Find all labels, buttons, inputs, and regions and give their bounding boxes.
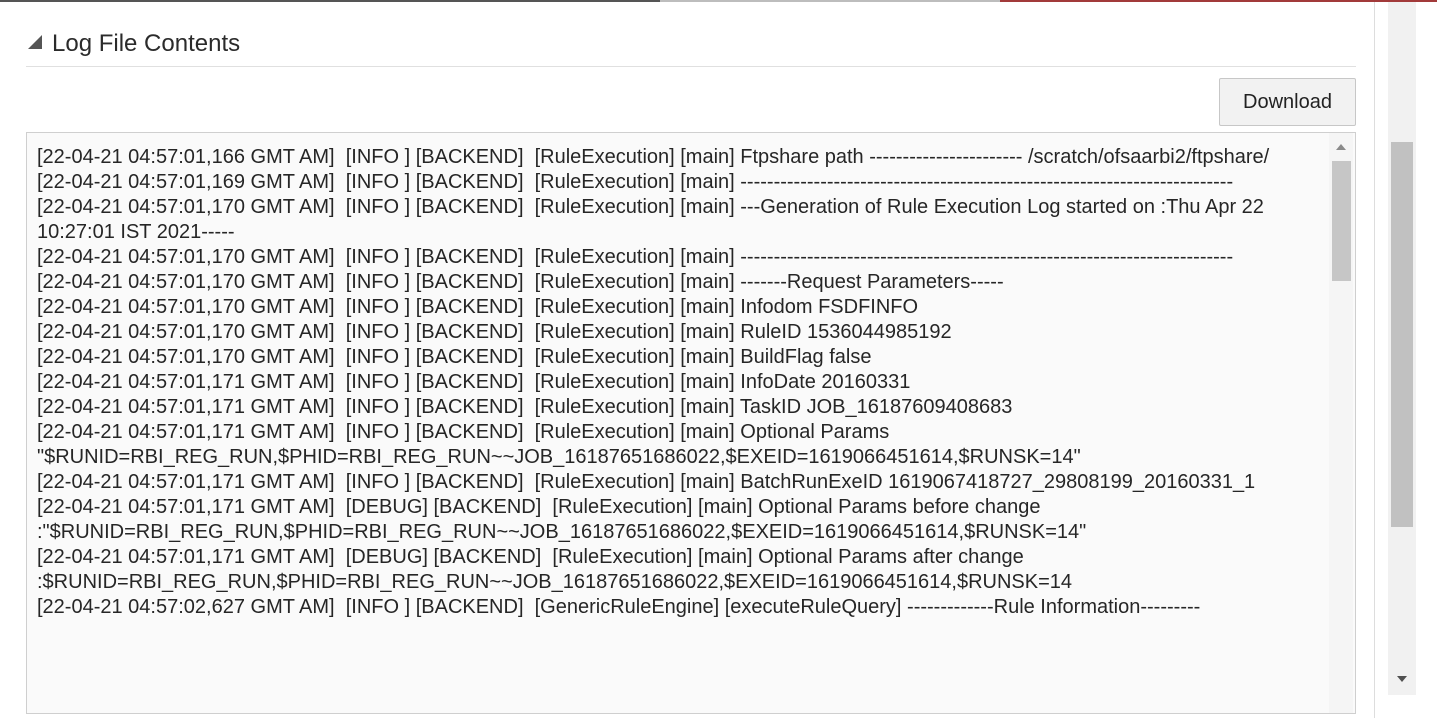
log-content: [22-04-21 04:57:01,166 GMT AM] [INFO ] […: [37, 145, 1322, 620]
collapse-triangle-icon[interactable]: [28, 35, 42, 49]
log-scrollbar[interactable]: [1329, 133, 1353, 713]
section-title: Log File Contents: [52, 30, 241, 57]
log-line: [22-04-21 04:57:01,171 GMT AM] [DEBUG] […: [37, 496, 1087, 543]
log-line: [22-04-21 04:57:01,171 GMT AM] [INFO ] […: [37, 396, 1013, 418]
main-content: Log File Contents Download [22-04-21 04:…: [0, 2, 1375, 718]
log-line: [22-04-21 04:57:01,170 GMT AM] [INFO ] […: [37, 246, 1234, 268]
log-line: [22-04-21 04:57:01,171 GMT AM] [INFO ] […: [37, 421, 1081, 468]
log-file-panel[interactable]: [22-04-21 04:57:01,166 GMT AM] [INFO ] […: [26, 132, 1356, 714]
section-header: Log File Contents: [26, 26, 1356, 67]
log-line: [22-04-21 04:57:01,170 GMT AM] [INFO ] […: [37, 196, 1270, 243]
arrow-down-icon[interactable]: [1397, 676, 1407, 682]
log-line: [22-04-21 04:57:01,170 GMT AM] [INFO ] […: [37, 296, 919, 318]
log-line: [22-04-21 04:57:01,166 GMT AM] [INFO ] […: [37, 146, 1270, 168]
log-line: [22-04-21 04:57:01,171 GMT AM] [INFO ] […: [37, 371, 911, 393]
log-line: [22-04-21 04:57:01,171 GMT AM] [INFO ] […: [37, 471, 1256, 493]
arrow-up-icon[interactable]: [1336, 144, 1346, 150]
log-line: [22-04-21 04:57:01,171 GMT AM] [DEBUG] […: [37, 546, 1073, 593]
log-line: [22-04-21 04:57:01,170 GMT AM] [INFO ] […: [37, 321, 952, 343]
log-line: [22-04-21 04:57:02,627 GMT AM] [INFO ] […: [37, 596, 1201, 618]
page-scrollbar-thumb[interactable]: [1391, 142, 1413, 527]
download-button[interactable]: Download: [1219, 78, 1356, 126]
log-line: [22-04-21 04:57:01,169 GMT AM] [INFO ] […: [37, 171, 1234, 193]
log-line: [22-04-21 04:57:01,170 GMT AM] [INFO ] […: [37, 271, 1004, 293]
log-line: [22-04-21 04:57:01,170 GMT AM] [INFO ] […: [37, 346, 872, 368]
log-scrollbar-thumb[interactable]: [1332, 161, 1351, 281]
page-scrollbar[interactable]: [1388, 2, 1416, 695]
